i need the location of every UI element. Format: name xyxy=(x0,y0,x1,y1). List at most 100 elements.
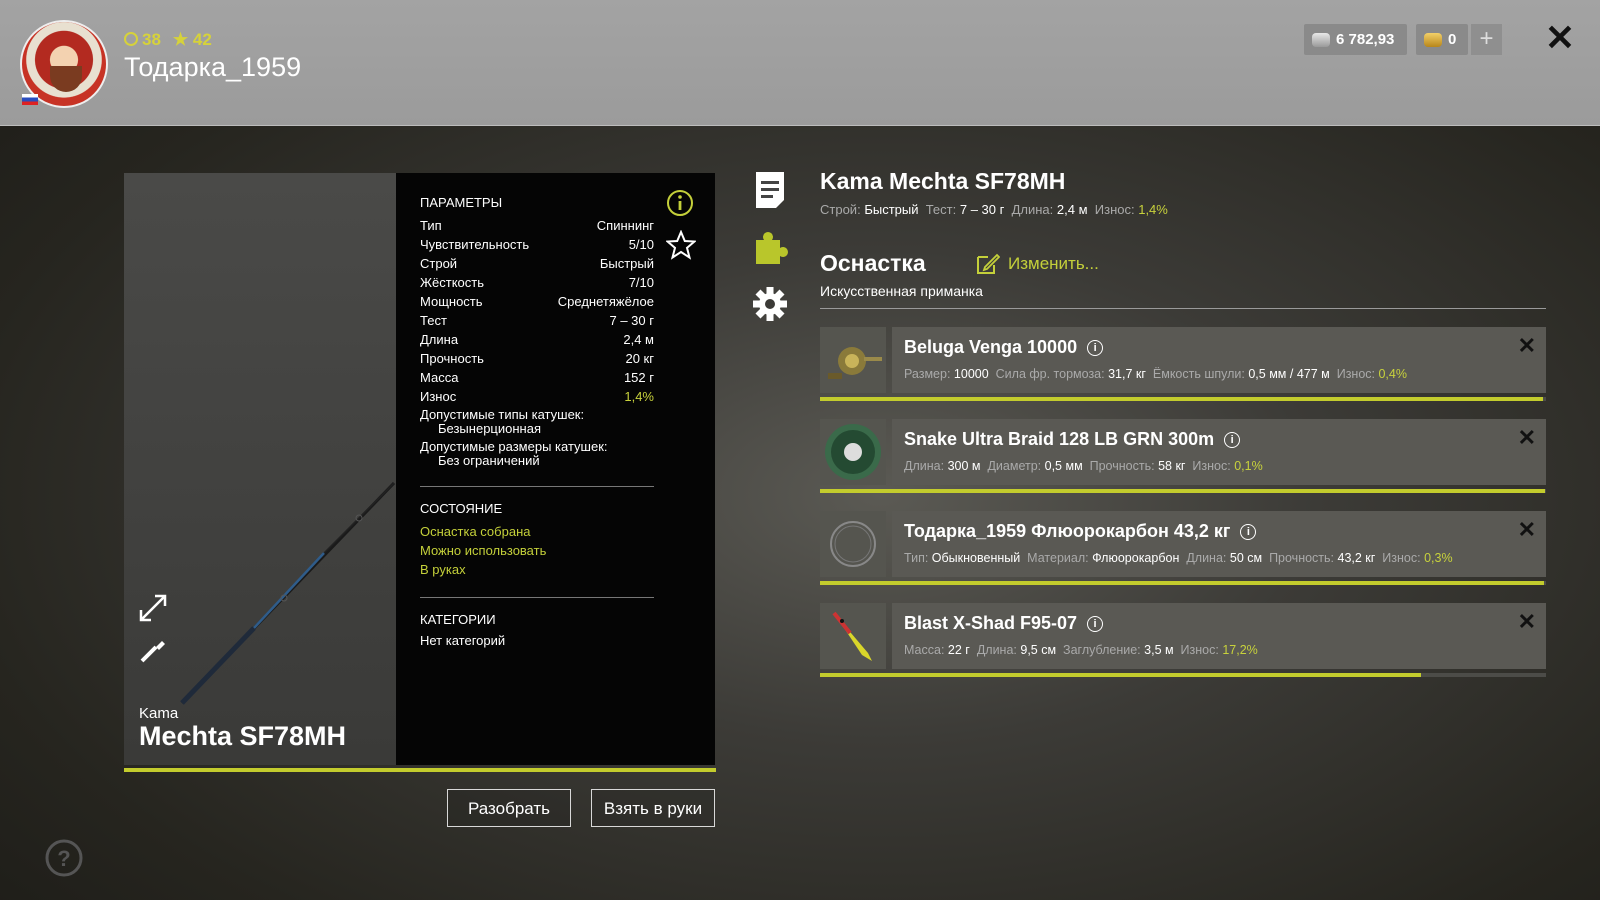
remove-item-close-icon[interactable]: ✕ xyxy=(1518,517,1536,543)
lure-image xyxy=(832,611,872,661)
length-value: 2,4 м xyxy=(1056,202,1088,217)
tackle-slot-line[interactable]: Snake Ultra Braid 128 LB GRN 300m i Длина… xyxy=(820,419,1546,493)
tackle-slot-lure[interactable]: Blast X-Shad F95-07 i Масса: 22 г Длина: … xyxy=(820,603,1546,677)
condition-bar xyxy=(820,489,1546,493)
field-value: 3,5 м xyxy=(1144,643,1174,657)
item-info-icon[interactable]: i xyxy=(1240,523,1257,540)
stars-badge: ★ 42 xyxy=(173,30,212,50)
leader-image xyxy=(830,521,876,567)
param-value: 2,4 м xyxy=(623,332,654,347)
take-in-hands-button[interactable]: Взять в руки xyxy=(591,789,715,827)
condition-fill xyxy=(820,673,1422,677)
tackle-slot-reel[interactable]: Beluga Venga 10000 i Размер: 10000 Сила ф… xyxy=(820,327,1546,401)
close-icon[interactable]: ✕ xyxy=(1542,20,1578,56)
svg-text:?: ? xyxy=(57,846,70,871)
favorite-star-icon[interactable] xyxy=(666,230,696,260)
field-value: 0,5 мм xyxy=(1044,459,1083,473)
lure-thumbnail xyxy=(820,603,886,669)
param-row: Мощность Среднетяжёлое xyxy=(420,292,654,311)
slot-name: Beluga Venga 10000 i xyxy=(904,337,1104,358)
level-value: 38 xyxy=(142,30,161,49)
state-assembled: Оснастка собрана xyxy=(420,524,531,539)
slot-details: Длина: 300 м Диаметр: 0,5 мм Прочность: … xyxy=(904,459,1263,473)
item-name: Snake Ultra Braid 128 LB GRN 300m xyxy=(904,429,1215,449)
gold-currency: 0 xyxy=(1416,24,1468,55)
parameters-panel: ПАРАМЕТРЫ Тип Спиннинг Чувствительность 5/1… xyxy=(396,173,715,765)
wear-label: Износ: xyxy=(1192,459,1231,473)
param-row: Жёсткость 7/10 xyxy=(420,273,654,292)
field-value: 22 г xyxy=(947,643,970,657)
tab-settings-gear-icon[interactable] xyxy=(752,284,788,324)
param-row: Строй Быстрый xyxy=(420,254,654,273)
gold-coin-icon xyxy=(1424,32,1442,47)
condition-fill xyxy=(820,581,1544,585)
wear-value: 0,1% xyxy=(1234,459,1263,473)
field-label: Ёмкость шпули: xyxy=(1152,367,1245,381)
level-icon xyxy=(124,32,138,46)
param-value: Быстрый xyxy=(599,256,654,271)
item-name: Blast X-Shad F95-07 xyxy=(904,613,1078,633)
tab-tackle-puzzle-icon[interactable] xyxy=(752,228,788,268)
expand-icon[interactable] xyxy=(138,593,168,623)
stars-value: 42 xyxy=(192,30,212,49)
edit-icon xyxy=(977,253,1000,274)
remove-item-close-icon[interactable]: ✕ xyxy=(1518,425,1536,451)
customize-brush-icon[interactable] xyxy=(138,635,168,665)
condition-bar xyxy=(820,581,1546,585)
remove-item-close-icon[interactable]: ✕ xyxy=(1518,333,1536,359)
add-currency-button[interactable]: + xyxy=(1471,24,1502,55)
field-value: Обыкновенный xyxy=(931,551,1021,565)
param-label: Жёсткость xyxy=(420,275,484,290)
avatar-beard xyxy=(50,66,82,92)
tab-description-icon[interactable] xyxy=(752,170,788,210)
param-row: Тип Спиннинг xyxy=(420,216,654,235)
field-label: Размер: xyxy=(904,367,951,381)
wear-value: 1,4% xyxy=(1138,202,1168,217)
player-name: Тодарка_1959 xyxy=(124,52,302,82)
test-value: 7 – 30 г xyxy=(959,202,1005,217)
field-label: Длина: xyxy=(1186,551,1227,565)
slot-name: Snake Ultra Braid 128 LB GRN 300m i xyxy=(904,429,1241,450)
reel-sizes-note: Допустимые размеры катушек: Без ограниче… xyxy=(420,440,654,468)
gold-value: 0 xyxy=(1448,31,1457,48)
wear-label: Износ: xyxy=(1336,367,1375,381)
param-row: Масса 152 г xyxy=(420,368,654,387)
param-label: Тест xyxy=(420,313,447,328)
country-flag-icon xyxy=(22,94,38,105)
remove-item-close-icon[interactable]: ✕ xyxy=(1518,609,1536,635)
info-icon[interactable] xyxy=(666,189,694,217)
wear-label: Износ: xyxy=(1094,202,1135,217)
help-question-icon[interactable]: ? xyxy=(44,838,84,878)
tackle-slot-leader[interactable]: Тодарка_1959 Флюорокарбон 43,2 кг i Тип: … xyxy=(820,511,1546,585)
param-row: Прочность 20 кг xyxy=(420,349,654,368)
item-info-icon[interactable]: i xyxy=(1087,615,1104,632)
field-value: 58 кг xyxy=(1158,459,1186,473)
field-label: Масса: xyxy=(904,643,945,657)
field-label: Прочность: xyxy=(1089,459,1155,473)
param-label: Масса xyxy=(420,370,459,385)
divider xyxy=(420,486,654,487)
level-badge: 38 xyxy=(124,30,161,50)
rod-brand: Kama xyxy=(139,705,179,722)
param-label: Износ xyxy=(420,389,457,404)
reel-types-note: Допустимые типы катушек: Безынерционная xyxy=(420,408,654,436)
field-label: Прочность: xyxy=(1269,551,1335,565)
param-label: Мощность xyxy=(420,294,483,309)
rod-preview[interactable]: Kama Mechta SF78MH xyxy=(124,173,396,765)
slot-body: Тодарка_1959 Флюорокарбон 43,2 кг i Тип: … xyxy=(892,511,1546,577)
item-info-icon[interactable]: i xyxy=(1087,339,1104,356)
wear-label: Износ: xyxy=(1180,643,1219,657)
state-usable: Можно использовать xyxy=(420,543,547,558)
disassemble-button[interactable]: Разобрать xyxy=(447,789,571,827)
edit-tackle-link[interactable]: Изменить... xyxy=(976,253,1099,275)
item-name: Тодарка_1959 Флюорокарбон 43,2 кг xyxy=(904,521,1231,541)
wear-value: 0,4% xyxy=(1378,367,1407,381)
rod-model: Mechta SF78MH xyxy=(139,721,347,751)
rod-condition-fill xyxy=(124,768,708,772)
field-value: 31,7 кг xyxy=(1108,367,1146,381)
param-value: 5/10 xyxy=(628,237,654,252)
wear-label: Износ: xyxy=(1382,551,1421,565)
categories-value: Нет категорий xyxy=(420,633,506,648)
item-info-icon[interactable]: i xyxy=(1224,431,1241,448)
silver-coin-icon xyxy=(1312,32,1330,47)
